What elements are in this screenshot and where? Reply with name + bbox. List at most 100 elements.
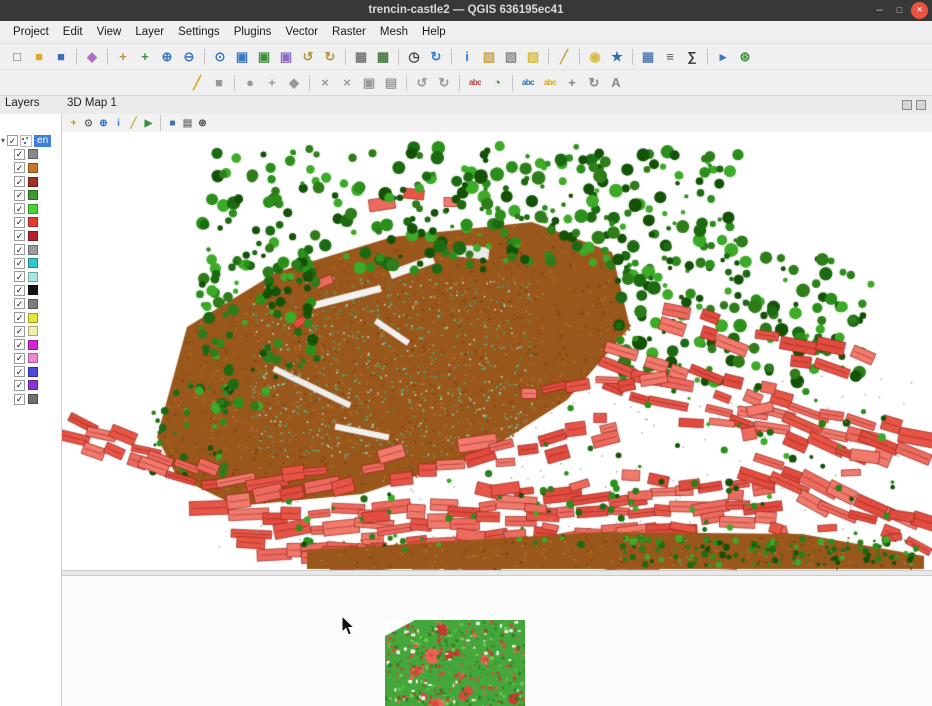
layer-class-row[interactable]: ✓ (0, 243, 62, 257)
class-checkbox[interactable]: ✓ (14, 176, 25, 187)
menu-settings[interactable]: Settings (171, 21, 227, 43)
dock-close-icon[interactable] (916, 100, 926, 110)
zoom-full-icon[interactable]: ▣ (232, 47, 252, 67)
layer-row-pointcloud[interactable]: ▾ ✓ en (0, 134, 62, 148)
class-checkbox[interactable]: ✓ (14, 190, 25, 201)
pin-labels-icon[interactable]: abc (518, 73, 538, 93)
layer-class-row[interactable]: ✓ (0, 188, 62, 202)
select-features-icon[interactable]: ▧ (479, 47, 499, 67)
new-bookmark-icon[interactable]: ★ (607, 47, 627, 67)
save-image-icon[interactable]: ■ (165, 116, 180, 131)
layer-class-row[interactable]: ✓ (0, 148, 62, 162)
menu-mesh[interactable]: Mesh (373, 21, 415, 43)
select-by-expression-icon[interactable]: ▧ (523, 47, 543, 67)
pan-3d-icon[interactable]: + (66, 116, 81, 131)
pan-map-icon[interactable]: + (113, 47, 133, 67)
new-map-view-icon[interactable]: ▦ (351, 47, 371, 67)
layer-labeling-icon[interactable]: abc (465, 73, 485, 93)
export-scene-icon[interactable]: ▤ (180, 116, 195, 131)
highlight-labels-icon[interactable]: abc (540, 73, 560, 93)
new-project-icon[interactable]: □ (7, 47, 27, 67)
layer-class-row[interactable]: ✓ (0, 365, 62, 379)
zoom-next-icon[interactable]: ↻ (320, 47, 340, 67)
layer-class-row[interactable]: ✓ (0, 216, 62, 230)
save-edits-icon[interactable]: ■ (209, 73, 229, 93)
camera-control-icon[interactable]: ⊙ (81, 116, 96, 131)
move-label-icon[interactable]: + (562, 73, 582, 93)
copy-features-icon[interactable]: ▣ (359, 73, 379, 93)
map-canvas[interactable] (385, 620, 525, 706)
class-checkbox[interactable]: ✓ (14, 298, 25, 309)
class-checkbox[interactable]: ✓ (14, 394, 25, 405)
expand-caret-icon[interactable]: ▾ (1, 136, 5, 145)
class-checkbox[interactable]: ✓ (14, 230, 25, 241)
layer-class-row[interactable]: ✓ (0, 379, 62, 393)
layer-diagram-icon[interactable]: ◔ (487, 73, 507, 93)
style-manager-icon[interactable]: ◆ (82, 47, 102, 67)
animation-play-icon[interactable]: ▶ (141, 116, 156, 131)
menu-edit[interactable]: Edit (56, 21, 90, 43)
layer-class-row[interactable]: ✓ (0, 352, 62, 366)
layer-class-row[interactable]: ✓ (0, 392, 62, 406)
class-checkbox[interactable]: ✓ (14, 217, 25, 228)
menu-help[interactable]: Help (415, 21, 453, 43)
layer-class-row[interactable]: ✓ (0, 324, 62, 338)
class-checkbox[interactable]: ✓ (14, 366, 25, 377)
layer-class-row[interactable]: ✓ (0, 311, 62, 325)
class-checkbox[interactable]: ✓ (14, 326, 25, 337)
class-checkbox[interactable]: ✓ (14, 258, 25, 269)
paste-features-icon[interactable]: ▤ (381, 73, 401, 93)
class-checkbox[interactable]: ✓ (14, 353, 25, 364)
identify-3d-icon[interactable]: i (111, 116, 126, 131)
zoom-out-icon[interactable]: ⊖ (179, 47, 199, 67)
move-feature-icon[interactable]: + (262, 73, 282, 93)
open-project-icon[interactable]: ■ (29, 47, 49, 67)
processing-toolbox-icon[interactable]: ⊛ (735, 47, 755, 67)
undo-icon[interactable]: ↺ (412, 73, 432, 93)
menu-raster[interactable]: Raster (325, 21, 373, 43)
pan-to-selection-icon[interactable]: + (135, 47, 155, 67)
toggle-editing-icon[interactable]: ╱ (187, 73, 207, 93)
zoom-native-icon[interactable]: ⊙ (210, 47, 230, 67)
zoom-to-selection-icon[interactable]: ▣ (254, 47, 274, 67)
dock-float-icon[interactable] (902, 100, 912, 110)
class-checkbox[interactable]: ✓ (14, 149, 25, 160)
rotate-label-icon[interactable]: ↻ (584, 73, 604, 93)
refresh-map-icon[interactable]: ↻ (426, 47, 446, 67)
layer-class-row[interactable]: ✓ (0, 161, 62, 175)
attributes-table-icon[interactable]: ▦ (638, 47, 658, 67)
layer-class-row[interactable]: ✓ (0, 175, 62, 189)
menu-vector[interactable]: Vector (278, 21, 325, 43)
menu-layer[interactable]: Layer (128, 21, 171, 43)
class-checkbox[interactable]: ✓ (14, 162, 25, 173)
menu-plugins[interactable]: Plugins (227, 21, 279, 43)
menu-view[interactable]: View (90, 21, 129, 43)
measure-3d-icon[interactable]: ╱ (126, 116, 141, 131)
layer-class-row[interactable]: ✓ (0, 284, 62, 298)
statistical-summary-icon[interactable]: ∑ (682, 47, 702, 67)
identify-features-icon[interactable]: i (457, 47, 477, 67)
save-project-icon[interactable]: ■ (51, 47, 71, 67)
class-checkbox[interactable]: ✓ (14, 244, 25, 255)
minimize-button[interactable]: – (871, 2, 888, 19)
layer-class-row[interactable]: ✓ (0, 256, 62, 270)
menu-project[interactable]: Project (6, 21, 56, 43)
new-3d-map-view-icon[interactable]: ▦ (373, 47, 393, 67)
add-point-feature-icon[interactable]: ● (240, 73, 260, 93)
class-checkbox[interactable]: ✓ (14, 203, 25, 214)
zoom-3d-icon[interactable]: ⊕ (96, 116, 111, 131)
class-checkbox[interactable]: ✓ (14, 380, 25, 391)
layer-class-row[interactable]: ✓ (0, 338, 62, 352)
zoom-in-icon[interactable]: ⊕ (157, 47, 177, 67)
maximize-button[interactable]: □ (891, 2, 908, 19)
3d-scene-canvas[interactable] (62, 132, 932, 570)
class-checkbox[interactable]: ✓ (14, 339, 25, 350)
class-checkbox[interactable]: ✓ (14, 271, 25, 282)
deselect-features-icon[interactable]: ▧ (501, 47, 521, 67)
map-tips-icon[interactable]: ◉ (585, 47, 605, 67)
change-label-icon[interactable]: A (606, 73, 626, 93)
layer-class-row[interactable]: ✓ (0, 202, 62, 216)
measure-icon[interactable]: ╱ (554, 47, 574, 67)
redo-icon[interactable]: ↻ (434, 73, 454, 93)
field-calculator-icon[interactable]: ≡ (660, 47, 680, 67)
